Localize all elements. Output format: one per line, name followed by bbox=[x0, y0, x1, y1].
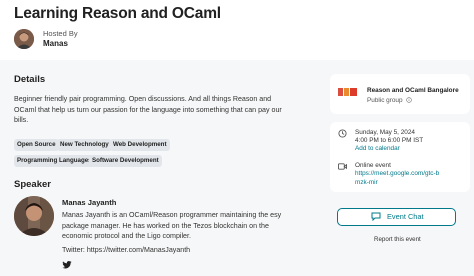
group-card[interactable] bbox=[330, 74, 470, 114]
tag-programming-languages[interactable]: Programming Languages bbox=[14, 155, 95, 167]
info-icon bbox=[406, 97, 413, 103]
event-date: Sunday, May 5, 2024 bbox=[355, 129, 415, 136]
host-avatar[interactable] bbox=[14, 29, 34, 49]
chat-bubble-icon bbox=[371, 212, 381, 221]
tag-software-development[interactable]: Software Development bbox=[89, 155, 162, 167]
tag-new-technology[interactable]: New Technology bbox=[57, 139, 112, 151]
tag-web-development[interactable]: Web Development bbox=[110, 139, 170, 151]
event-chat-button[interactable]: Event Chat bbox=[337, 208, 456, 226]
twitter-icon[interactable] bbox=[62, 260, 72, 270]
meeting-link[interactable]: https://meet.google.com/gtc-bmzk-mir bbox=[355, 170, 441, 187]
hosted-by-label: Hosted By bbox=[43, 29, 78, 38]
speaker-heading: Speaker bbox=[14, 179, 51, 190]
event-time: 4:00 PM to 6:00 PM IST bbox=[355, 137, 424, 144]
speaker-bio: Manas Jayanth is an OCaml/Reason program… bbox=[62, 211, 282, 241]
group-type-label: Public group bbox=[367, 97, 403, 104]
add-to-calendar-link[interactable]: Add to calendar bbox=[355, 145, 400, 152]
details-heading: Details bbox=[14, 74, 46, 85]
tag-open-source[interactable]: Open Source bbox=[14, 139, 59, 151]
host-name[interactable]: Manas bbox=[43, 39, 68, 48]
speaker-twitter-text: Twitter: https://twitter.com/ManasJayant… bbox=[62, 246, 191, 254]
speaker-name: Manas Jayanth bbox=[62, 198, 117, 207]
online-event-label: Online event bbox=[355, 162, 391, 169]
group-type: Public group bbox=[367, 97, 413, 104]
video-icon bbox=[338, 163, 347, 170]
event-header: Learning Reason and OCaml Hosted By Mana… bbox=[0, 0, 474, 60]
details-description: Beginner friendly pair programming. Open… bbox=[14, 95, 282, 125]
clock-icon bbox=[338, 129, 347, 138]
event-content: Details Beginner friendly pair programmi… bbox=[0, 60, 474, 276]
group-name[interactable]: Reason and OCaml Bangalore bbox=[367, 87, 459, 94]
report-event-link[interactable]: Report this event bbox=[374, 236, 421, 243]
speaker-photo bbox=[14, 196, 54, 236]
event-chat-label: Event Chat bbox=[387, 212, 424, 221]
event-title: Learning Reason and OCaml bbox=[14, 5, 221, 22]
group-logo-icon bbox=[338, 88, 357, 96]
